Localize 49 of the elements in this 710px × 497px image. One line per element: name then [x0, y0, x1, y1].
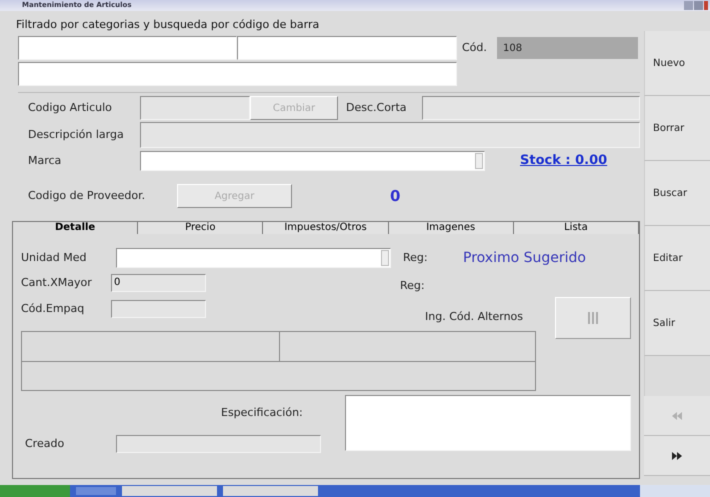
package-code-label: Cód.Empaq: [21, 300, 86, 317]
code-field[interactable]: 108: [497, 37, 638, 59]
rewind-icon: [672, 412, 682, 420]
wholesale-quantity-field[interactable]: 0: [111, 274, 206, 292]
stock-link[interactable]: Stock : 0.00: [520, 151, 608, 171]
side-button[interactable]: Buscar: [644, 161, 710, 226]
system-tray: [640, 485, 710, 497]
specification-field[interactable]: [344, 394, 631, 450]
side-button[interactable]: Editar: [644, 226, 710, 291]
dropdown-field[interactable]: [116, 248, 391, 268]
article-code-label: Codigo Articulo: [27, 100, 113, 116]
fast-forward-icon: [672, 452, 682, 460]
tab[interactable]: Imagenes: [388, 221, 514, 234]
supplier-code-label: Codigo de Proveedor.: [27, 188, 146, 204]
supplier-count: 0: [390, 186, 400, 207]
tab[interactable]: Precio: [138, 221, 264, 234]
created-label: Creado: [24, 436, 66, 452]
tab[interactable]: Lista: [514, 221, 640, 234]
category-field[interactable]: [237, 36, 457, 60]
side-button[interactable]: Nuevo: [644, 31, 710, 96]
long-description-label: Descripción larga: [27, 126, 125, 143]
unit-label: Unidad Med: [21, 250, 88, 266]
side-button[interactable]: Borrar: [644, 96, 710, 161]
side-button[interactable]: Salir: [644, 291, 710, 356]
barcode-field[interactable]: [18, 62, 457, 86]
short-description-field[interactable]: [422, 96, 640, 120]
package-code-field[interactable]: [111, 300, 206, 318]
dropdown-handle-icon: [475, 153, 483, 169]
article-code-field[interactable]: [140, 96, 250, 120]
reg-label: Reg:: [400, 278, 425, 294]
next-suggested-text: Proximo Sugerido: [463, 248, 586, 268]
reg-label: Reg:: [403, 250, 429, 266]
short-description-label: Desc.Corta: [345, 100, 408, 116]
tab[interactable]: Impuestos/Otros: [263, 221, 389, 234]
dropdown-field[interactable]: [140, 151, 485, 171]
barcode-icon: [588, 312, 598, 324]
category-field[interactable]: [18, 36, 237, 60]
brand-label: Marca: [27, 152, 62, 169]
dropdown-handle-icon: [381, 250, 389, 266]
filter-label: Filtrado por categorias y busqueda por código de barra: [16, 17, 320, 33]
code-label: Cód.: [462, 40, 488, 56]
start-button[interactable]: [0, 485, 70, 497]
created-field[interactable]: [116, 435, 321, 453]
tab[interactable]: Detalle: [13, 221, 138, 234]
long-description-field[interactable]: [140, 122, 640, 148]
barcode-button[interactable]: [555, 296, 631, 338]
alternate-codes-label: Ing. Cód. Alternos: [425, 309, 524, 326]
wholesale-quantity-label: Cant.XMayor: [21, 274, 93, 291]
specification-label: Especificación:: [221, 404, 304, 420]
